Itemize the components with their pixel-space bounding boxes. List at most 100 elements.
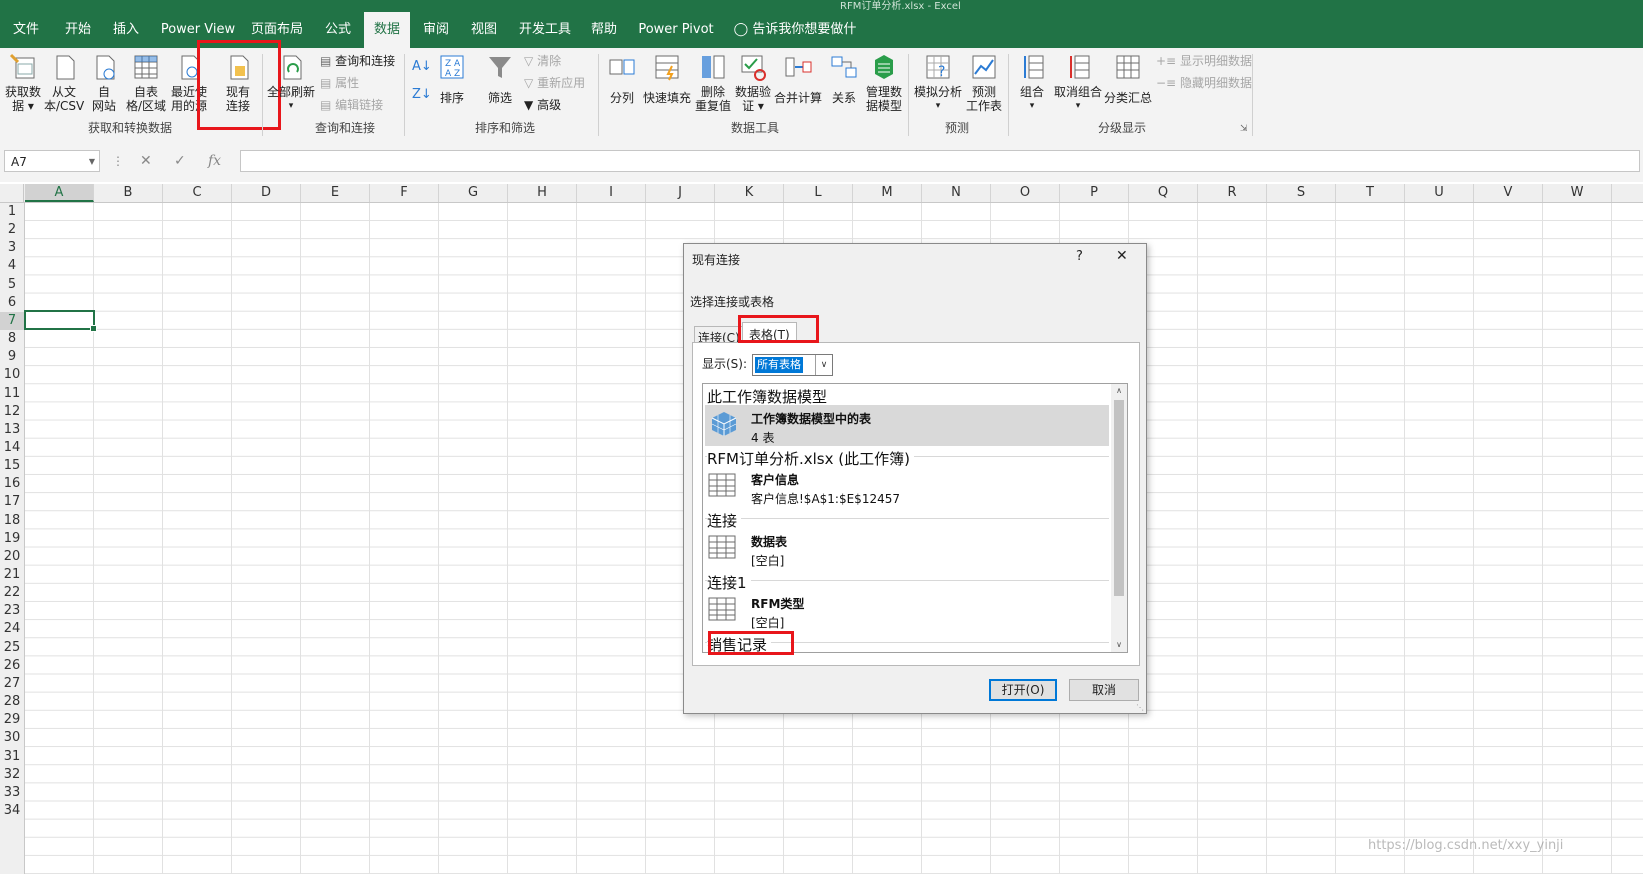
tab-developer[interactable]: 开发工具 (514, 12, 576, 48)
open-button[interactable]: 打开(O) (989, 679, 1057, 701)
scroll-up-icon[interactable]: ∧ (1111, 384, 1127, 398)
row-header[interactable]: 14 (0, 439, 24, 457)
row-header[interactable]: 11 (0, 385, 24, 403)
get-data-button[interactable]: 获取数 据 ▾ (2, 52, 44, 113)
properties-button[interactable]: ▤ 属性 (320, 75, 359, 91)
enter-icon[interactable]: ✓ (174, 150, 186, 172)
forecast-sheet-button[interactable]: 预测 工作表 (964, 52, 1004, 113)
row-header[interactable]: 10 (0, 366, 24, 384)
row-header[interactable]: 8 (0, 330, 24, 348)
column-header[interactable]: A (25, 184, 94, 202)
row-header[interactable]: 32 (0, 766, 24, 784)
row-header[interactable]: 22 (0, 584, 24, 602)
row-header[interactable]: 34 (0, 802, 24, 820)
column-header[interactable]: P (1060, 184, 1129, 202)
column-header[interactable]: Q (1129, 184, 1198, 202)
fill-handle[interactable] (90, 325, 97, 332)
cancel-button[interactable]: 取消 (1069, 679, 1139, 701)
chevron-down-icon[interactable]: ∨ (815, 355, 832, 375)
column-header[interactable]: N (922, 184, 991, 202)
ungroup-button[interactable]: 取消组合 ▾ (1052, 52, 1104, 113)
group-button[interactable]: 组合 ▾ (1012, 52, 1052, 113)
help-button[interactable]: ? (1076, 249, 1083, 264)
column-header[interactable]: D (232, 184, 301, 202)
advanced-filter-button[interactable]: ▼ 高级 (524, 97, 561, 113)
sort-button[interactable]: Z AA Z 排序 (434, 52, 470, 105)
column-header[interactable]: B (94, 184, 163, 202)
edit-links-button[interactable]: ▤ 编辑链接 (320, 97, 383, 113)
from-table-button[interactable]: 自表 格/区域 (124, 52, 168, 113)
column-header[interactable]: J (646, 184, 715, 202)
row-header[interactable]: 17 (0, 493, 24, 511)
list-item[interactable]: 数据表 [空白] (705, 530, 1109, 570)
from-web-button[interactable]: 自 网站 (86, 52, 122, 113)
row-header[interactable]: 2 (0, 221, 24, 239)
column-header[interactable]: O (991, 184, 1060, 202)
column-header[interactable]: C (163, 184, 232, 202)
tab-review[interactable]: 审阅 (416, 12, 456, 48)
column-header[interactable]: I (577, 184, 646, 202)
row-header[interactable]: 21 (0, 566, 24, 584)
tab-file[interactable]: 文件 (4, 12, 48, 48)
column-header[interactable]: R (1198, 184, 1267, 202)
what-if-analysis-button[interactable]: ? 模拟分析 ▾ (912, 52, 964, 113)
chevron-down-icon[interactable]: ▼ (89, 151, 95, 173)
tab-power-pivot[interactable]: Power Pivot (634, 12, 718, 48)
row-header[interactable]: 1 (0, 203, 24, 221)
refresh-all-button[interactable]: 全部刷新 ▾ (266, 52, 316, 113)
column-header[interactable]: U (1405, 184, 1474, 202)
consolidate-button[interactable]: 合并计算 (774, 52, 822, 105)
row-header[interactable]: 16 (0, 475, 24, 493)
list-item-selected[interactable]: 工作簿数据模型中的表 4 表 (705, 405, 1109, 446)
hide-detail-button[interactable]: −≡ 隐藏明细数据 (1156, 75, 1252, 91)
select-all-corner[interactable] (0, 184, 24, 202)
name-box[interactable]: A7 ▼ (4, 150, 100, 172)
show-select[interactable]: 所有表格 ∨ (752, 354, 833, 376)
row-header[interactable]: 20 (0, 548, 24, 566)
column-header[interactable]: W (1543, 184, 1612, 202)
row-header[interactable]: 15 (0, 457, 24, 475)
relationships-button[interactable]: 关系 (826, 52, 862, 105)
reapply-button[interactable]: ▽ 重新应用 (524, 75, 585, 91)
tab-formulas[interactable]: 公式 (318, 12, 358, 48)
row-header[interactable]: 25 (0, 639, 24, 657)
row-header[interactable]: 4 (0, 257, 24, 275)
column-header[interactable]: E (301, 184, 370, 202)
sort-asc-button[interactable]: A↓ (412, 58, 432, 75)
filter-button[interactable]: 筛选 (482, 52, 518, 105)
sort-desc-button[interactable]: Z↓ (412, 86, 432, 103)
row-header[interactable]: 33 (0, 784, 24, 802)
from-text-csv-button[interactable]: 从文 本/CSV (44, 52, 84, 113)
column-header[interactable]: L (784, 184, 853, 202)
row-header[interactable]: 9 (0, 348, 24, 366)
tell-me-search[interactable]: ◯ 告诉我你想要做什么 (730, 12, 860, 73)
clear-filter-button[interactable]: ▽ 清除 (524, 53, 561, 69)
flash-fill-button[interactable]: 快速填充 (642, 52, 692, 105)
scroll-thumb[interactable] (1114, 400, 1124, 596)
row-header[interactable]: 13 (0, 421, 24, 439)
tab-help[interactable]: 帮助 (584, 12, 624, 48)
tab-home[interactable]: 开始 (56, 12, 100, 48)
row-header[interactable]: 12 (0, 403, 24, 421)
active-cell[interactable] (24, 310, 97, 332)
tab-insert[interactable]: 插入 (104, 12, 148, 48)
column-header[interactable]: F (370, 184, 439, 202)
row-header[interactable]: 18 (0, 512, 24, 530)
row-header[interactable]: 30 (0, 729, 24, 747)
row-header[interactable]: 19 (0, 530, 24, 548)
column-header[interactable]: G (439, 184, 508, 202)
column-header[interactable]: M (853, 184, 922, 202)
resize-grip-icon[interactable]: ⋱ (1136, 703, 1144, 712)
row-header[interactable]: 5 (0, 276, 24, 294)
row-header[interactable]: 31 (0, 748, 24, 766)
list-scrollbar[interactable]: ∧ ∨ (1111, 384, 1127, 652)
manage-data-model-button[interactable]: 管理数 据模型 (864, 52, 904, 113)
cancel-icon[interactable]: ✕ (140, 150, 152, 172)
row-header[interactable]: 29 (0, 711, 24, 729)
column-header[interactable]: H (508, 184, 577, 202)
tab-data[interactable]: 数据 (364, 12, 410, 48)
remove-duplicates-button[interactable]: 删除 重复值 (694, 52, 732, 113)
row-header[interactable]: 6 (0, 294, 24, 312)
data-validation-button[interactable]: 数据验 证 ▾ (734, 52, 772, 113)
connections-list[interactable]: 此工作簿数据模型 工作簿数据模型中的表 4 表 RFM订单分析.xlsx (此工… (702, 383, 1128, 653)
